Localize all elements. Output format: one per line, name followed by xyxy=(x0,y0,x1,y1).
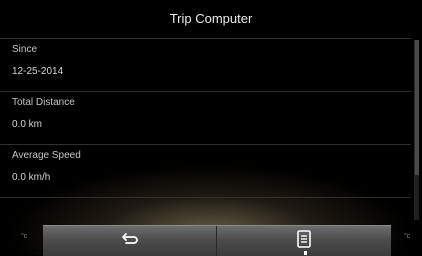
back-button[interactable] xyxy=(43,226,217,256)
list-item-since[interactable]: Since 12-25-2014 xyxy=(0,39,411,92)
item-value: 0.0 km xyxy=(12,119,43,130)
trip-info-list: Since 12-25-2014 Total Distance 0.0 km A… xyxy=(0,38,411,225)
scrollbar[interactable] xyxy=(414,40,419,220)
item-value: 12-25-2014 xyxy=(12,66,64,77)
item-label: Since xyxy=(12,44,38,55)
back-arrow-icon xyxy=(120,231,140,252)
item-label: Average Speed xyxy=(12,150,81,161)
list-item-total-distance[interactable]: Total Distance 0.0 km xyxy=(0,92,411,145)
item-label: Total Distance xyxy=(12,97,75,108)
item-value: 0.0 km/h xyxy=(12,172,51,183)
bottom-bar xyxy=(43,225,391,256)
list-menu-icon xyxy=(296,229,312,253)
left-temperature-unit: °c xyxy=(21,233,28,240)
right-temperature-unit: °c xyxy=(404,233,411,240)
list-item-average-speed[interactable]: Average Speed 0.0 km/h xyxy=(0,145,411,198)
page-title: Trip Computer xyxy=(169,11,253,26)
scrollbar-thumb[interactable] xyxy=(415,40,419,175)
active-indicator xyxy=(304,251,307,255)
